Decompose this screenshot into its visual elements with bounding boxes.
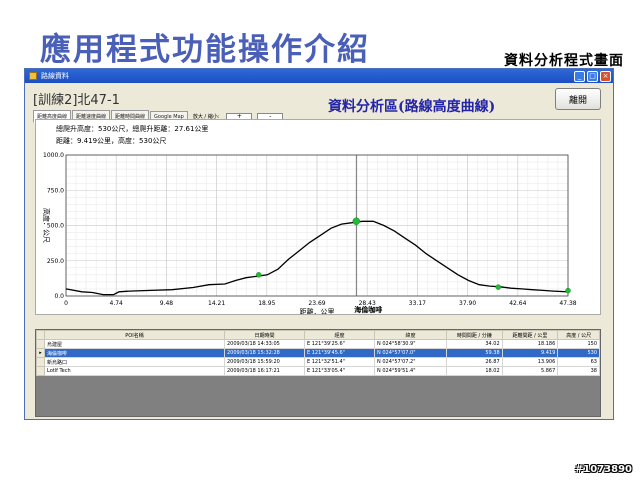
x-tick-label: 0 <box>64 300 68 307</box>
poi-grid[interactable]: POI名稱 日期時間 經度 緯度 時間間距 / 分鐘 距離間距 / 公里 高度 … <box>35 329 601 417</box>
watermark: #1073890 <box>574 464 632 475</box>
cell-longitude: E 121°32'51.4" <box>304 357 375 367</box>
row-indicator <box>36 357 45 367</box>
cell-datetime: 2009/03/18 15:32:28 <box>224 348 305 358</box>
cell-altitude: 63 <box>557 357 600 367</box>
altitude-chart-panel[interactable]: 總爬升高度：530公尺，總爬升距離：27.61公里 距離：9.419公里，高度：… <box>35 119 601 315</box>
cell-longitude: E 121°39'25.6" <box>304 339 375 349</box>
minimize-button[interactable]: _ <box>574 70 585 82</box>
y-axis-label: 高度．公尺 <box>42 208 51 243</box>
poi-header-row: POI名稱 日期時間 經度 緯度 時間間距 / 分鐘 距離間距 / 公里 高度 … <box>36 330 600 340</box>
cell-poi-name: 烏建屋 <box>44 339 225 349</box>
table-row[interactable]: Lotlf Tech 2009/03/18 16:17:21 E 121°33'… <box>36 366 600 376</box>
cell-poi-name: 新烏路口 <box>44 357 225 367</box>
col-altitude[interactable]: 高度 / 公尺 <box>557 330 600 340</box>
cell-datetime: 2009/03/18 15:59:20 <box>224 357 305 367</box>
cell-altitude: 150 <box>557 339 600 349</box>
cell-latitude: N 024°58'30.9" <box>374 339 447 349</box>
cell-distance-interval: 5.867 <box>501 366 559 376</box>
cell-time-interval: 26.87 <box>446 357 503 367</box>
x-tick-label: 9.48 <box>160 300 174 307</box>
x-tick-label: 4.74 <box>110 300 124 307</box>
route-title: [訓練2]北47-1 <box>33 93 120 108</box>
x-tick-label: 47.38 <box>559 300 576 307</box>
x-tick-label: 18.95 <box>258 300 275 307</box>
col-distance-interval[interactable]: 距離間距 / 公里 <box>501 330 559 340</box>
cell-distance-interval: 13.906 <box>501 357 559 367</box>
x-axis-label: 距離．公里 <box>300 307 335 314</box>
row-indicator-header <box>36 330 45 340</box>
cell-poi-name: Lotlf Tech <box>44 366 225 376</box>
cell-distance-interval: 9.419 <box>501 348 559 358</box>
col-time-interval[interactable]: 時間間距 / 分鐘 <box>446 330 503 340</box>
cell-longitude: E 121°39'45.6" <box>304 348 375 358</box>
cell-poi-name: 海倫咖啡 <box>44 348 225 358</box>
altitude-chart[interactable]: 0 4.74 9.48 14.21 18.95 23.69 28.43 33.17 37.90 4… <box>36 120 600 314</box>
cell-altitude: 530 <box>557 348 600 358</box>
table-row[interactable]: 新烏路口 2009/03/18 15:59:20 E 121°32'51.4" … <box>36 357 600 367</box>
y-tick-label: 750.0 <box>47 187 64 194</box>
poi-marker <box>352 217 361 226</box>
app-window: 路線資料 _ □ × [訓練2]北47-1 資料分析區(路線高度曲線) 離開 距… <box>24 68 614 420</box>
cell-longitude: E 121°33'05.4" <box>304 366 375 376</box>
slide-subtitle: 資料分析程式畫面 <box>504 53 624 69</box>
col-longitude[interactable]: 經度 <box>304 330 375 340</box>
window-titlebar[interactable]: 路線資料 _ □ × <box>25 69 613 83</box>
cursor-poi-label: 海倫咖啡 <box>354 305 382 314</box>
col-latitude[interactable]: 緯度 <box>374 330 447 340</box>
col-poi-name[interactable]: POI名稱 <box>44 330 225 340</box>
y-tick-label: 250.0 <box>47 258 64 265</box>
poi-table: POI名稱 日期時間 經度 緯度 時間間距 / 分鐘 距離間距 / 公里 高度 … <box>36 330 600 376</box>
x-tick-label: 14.21 <box>208 300 225 307</box>
maximize-button[interactable]: □ <box>587 70 598 82</box>
x-tick-label: 42.64 <box>509 300 526 307</box>
cell-time-interval: 34.02 <box>446 339 503 349</box>
cell-datetime: 2009/03/18 16:17:21 <box>224 366 305 376</box>
cell-altitude: 38 <box>557 366 600 376</box>
y-tick-label: 1000.0 <box>43 152 64 159</box>
cell-time-interval: 59.38 <box>446 348 503 358</box>
x-tick-label: 33.17 <box>409 300 426 307</box>
cell-distance-interval: 18.186 <box>501 339 559 349</box>
poi-marker <box>255 272 262 278</box>
window-title: 路線資料 <box>41 72 69 80</box>
analysis-area-label: 資料分析區(路線高度曲線) <box>328 99 496 115</box>
window-client: [訓練2]北47-1 資料分析區(路線高度曲線) 離開 距離高度曲線 距離速度曲… <box>25 83 613 419</box>
cell-latitude: N 024°59'51.4" <box>374 366 447 376</box>
col-datetime[interactable]: 日期時間 <box>224 330 305 340</box>
cell-latitude: N 024°57'07.2" <box>374 357 447 367</box>
leave-button[interactable]: 離開 <box>555 88 601 110</box>
y-tick-label: 0.0 <box>54 293 64 300</box>
x-tick-label: 23.69 <box>308 300 325 307</box>
table-row[interactable]: 烏建屋 2009/03/18 14:33:05 E 121°39'25.6" N… <box>36 339 600 349</box>
table-row-selected[interactable]: ▸ 海倫咖啡 2009/03/18 15:32:28 E 121°39'45.6… <box>36 348 600 358</box>
cell-latitude: N 024°57'07.0" <box>374 348 447 358</box>
app-icon <box>29 72 37 80</box>
slide-title: 應用程式功能操作介紹 <box>40 32 370 68</box>
cell-datetime: 2009/03/18 14:33:05 <box>224 339 305 349</box>
x-tick-label: 37.90 <box>459 300 476 307</box>
poi-marker <box>565 287 571 294</box>
row-indicator <box>36 339 45 349</box>
poi-marker <box>495 284 502 290</box>
row-indicator-arrow: ▸ <box>36 348 45 358</box>
cell-time-interval: 18.02 <box>446 366 503 376</box>
row-indicator <box>36 366 45 376</box>
close-button[interactable]: × <box>600 70 611 82</box>
